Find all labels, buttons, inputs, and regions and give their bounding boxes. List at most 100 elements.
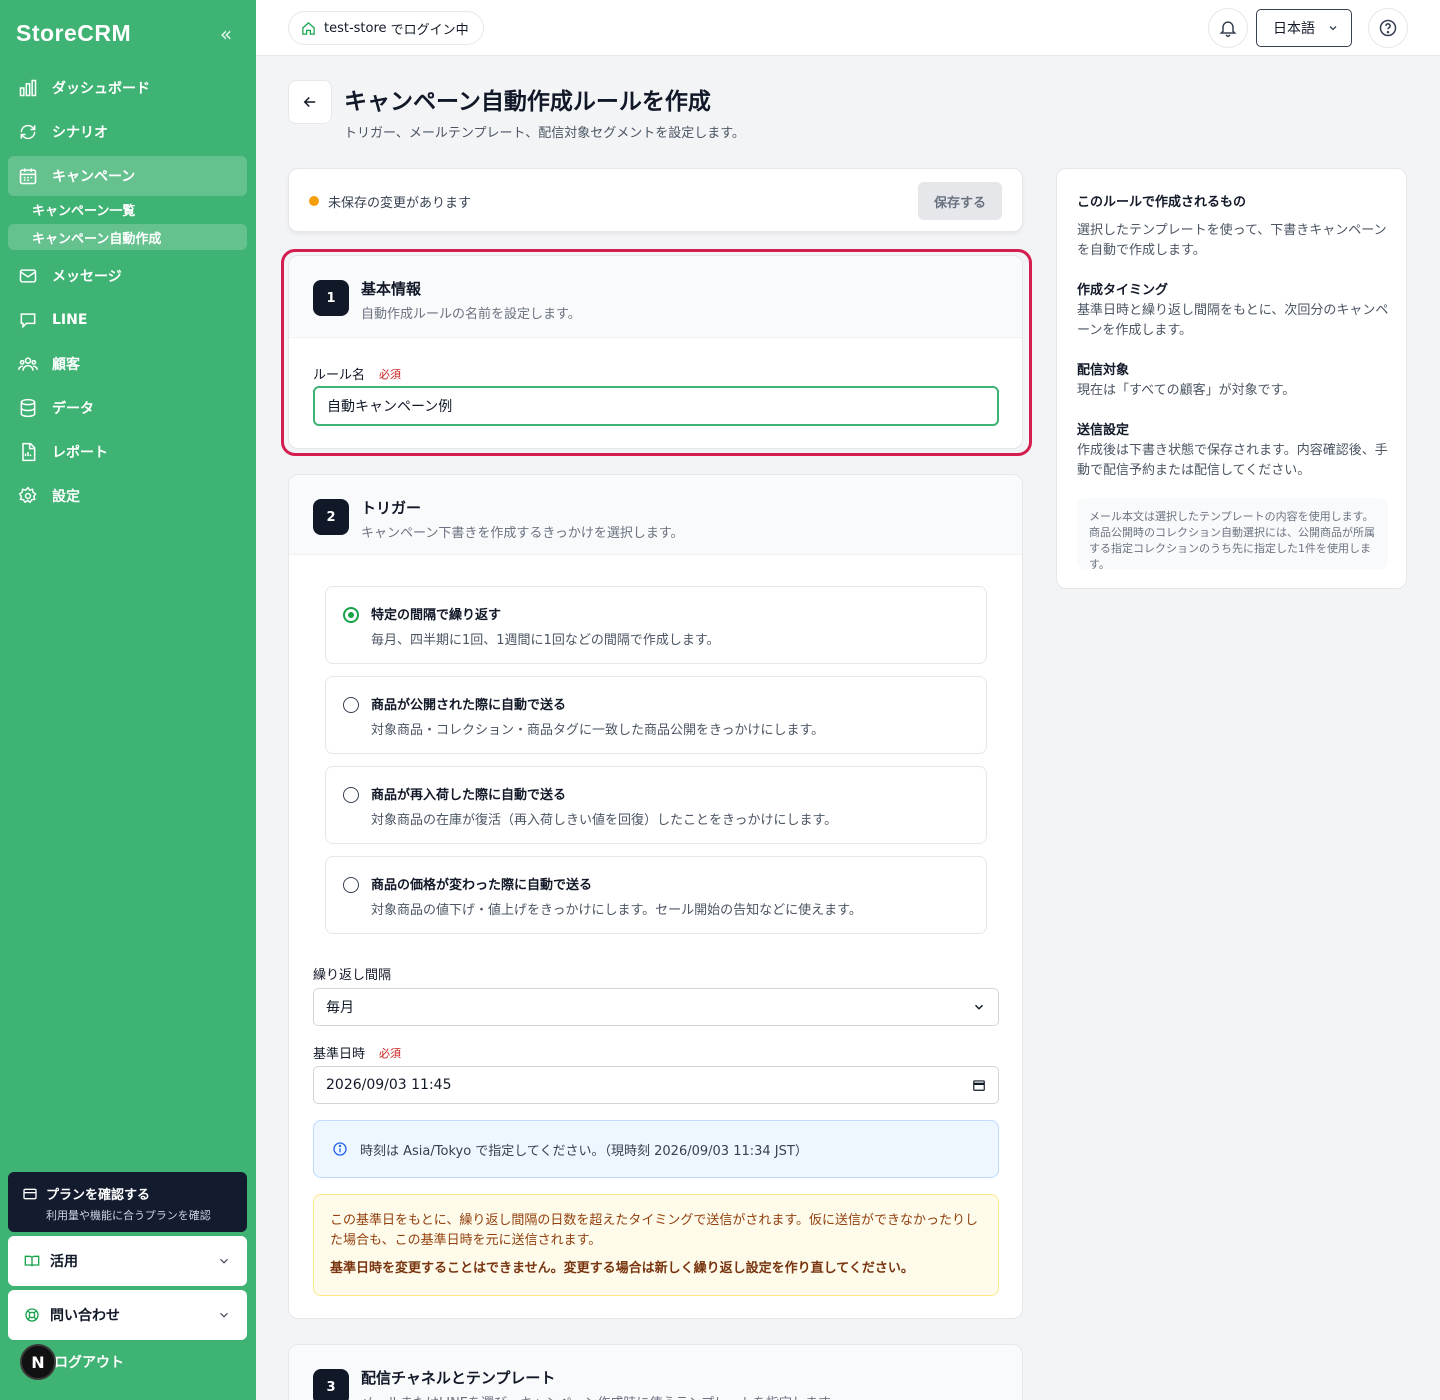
nav-line[interactable]: LINE xyxy=(8,300,247,340)
nav-customers[interactable]: 顧客 xyxy=(8,344,247,384)
chevron-down-icon xyxy=(1329,26,1337,31)
topbar: test-store でログイン中 日本語 xyxy=(256,0,1440,56)
nav-settings-label: 設定 xyxy=(52,489,80,505)
nav-scenario[interactable]: シナリオ xyxy=(8,112,247,152)
nav-campaign-list[interactable]: キャンペーン一覧 xyxy=(8,196,247,222)
store-pill[interactable]: test-store でログイン中 xyxy=(288,11,484,45)
collapse-sidebar-icon[interactable]: « xyxy=(216,22,236,46)
chevron-down-icon xyxy=(220,1312,228,1318)
page-subtitle: トリガー、メールテンプレート、配信対象セグメントを設定します。 xyxy=(344,126,745,141)
rule-summary-card: このルールで作成されるもの 選択したテンプレートを使って、下書きキャンペーンを自… xyxy=(1056,168,1407,589)
option-description: 対象商品の在庫が復活（再入荷しきい値を回復）したことをきっかけにします。 xyxy=(371,813,838,828)
summary-note: メール本文は選択したテンプレートの内容を使用します。商品公開時のコレクション自動… xyxy=(1077,498,1388,571)
required-badge: 必須 xyxy=(379,1046,402,1060)
interval-value: 毎月 xyxy=(326,1000,354,1016)
store-suffix: でログイン中 xyxy=(386,22,469,38)
usage-collapsible[interactable]: 活用 xyxy=(8,1236,247,1286)
timezone-info-text: 時刻は Asia/Tokyo で指定してください。（現時刻 2026/09/03… xyxy=(360,1143,808,1159)
nav-message-label: メッセージ xyxy=(52,269,122,285)
section-number: 2 xyxy=(313,499,349,535)
plan-title: プランを確認する xyxy=(46,1188,151,1203)
option-title: 商品が再入荷した際に自動で送る xyxy=(371,788,567,803)
radio-button[interactable] xyxy=(343,607,359,623)
chevron-down-icon xyxy=(220,1258,228,1264)
brand-logo[interactable]: StoreCRM xyxy=(16,20,131,47)
base-date-warning: この基準日をもとに、繰り返し間隔の日数を超えたタイミングで送信がされます。仮に送… xyxy=(313,1194,999,1296)
section-header: 3 配信チャネルとテンプレート メールまたはLINEを選び、キャンペーン作成時に… xyxy=(289,1345,1022,1400)
interval-select[interactable]: 毎月 xyxy=(313,988,999,1026)
base-date-label-text: 基準日時 xyxy=(313,1047,366,1062)
home-icon xyxy=(302,21,315,35)
calendar-icon xyxy=(19,168,37,185)
radio-button[interactable] xyxy=(343,787,359,803)
radio-button[interactable] xyxy=(343,877,359,893)
base-date-value: 2026/09/03 11:45 xyxy=(326,1077,452,1093)
back-button[interactable] xyxy=(288,80,332,124)
trigger-option-restock[interactable]: 商品が再入荷した際に自動で送る 対象商品の在庫が復活（再入荷しきい値を回復）した… xyxy=(325,766,987,844)
option-title: 商品の価格が変わった際に自動で送る xyxy=(371,878,593,893)
plan-card[interactable]: プランを確認する 利用量や機能に合うプランを確認 xyxy=(8,1172,247,1232)
warning-strong-text: 基準日時を変更することはできません。変更する場合は新しく繰り返し設定を作り直して… xyxy=(330,1261,914,1276)
usage-label: 活用 xyxy=(50,1254,78,1270)
help-circle-icon xyxy=(1379,19,1397,37)
database-icon xyxy=(20,398,36,418)
contact-collapsible[interactable]: 問い合わせ xyxy=(8,1290,247,1340)
option-title: 特定の間隔で繰り返す xyxy=(371,608,502,623)
base-date-input[interactable]: 2026/09/03 11:45 xyxy=(313,1066,999,1104)
users-icon xyxy=(18,357,38,371)
summary-heading: 作成タイミング xyxy=(1077,283,1169,298)
nav-line-label: LINE xyxy=(52,312,88,328)
nav-data-label: データ xyxy=(52,401,94,417)
base-date-label: 基準日時 必須 xyxy=(313,1043,402,1063)
help-button[interactable] xyxy=(1368,8,1408,48)
summary-text: 選択したテンプレートを使って、下書きキャンペーンを自動で作成します。 xyxy=(1077,223,1387,258)
unsaved-bar: 未保存の変更があります 保存する xyxy=(288,168,1023,232)
summary-text: 作成後は下書き状態で保存されます。内容確認後、手動で配信予約または配信してくださ… xyxy=(1077,443,1388,478)
nav-report-label: レポート xyxy=(52,445,108,461)
summary-heading: このルールで作成されるもの xyxy=(1077,195,1247,210)
chat-bubble-icon xyxy=(20,313,36,329)
book-icon xyxy=(24,1255,40,1267)
section-number: 3 xyxy=(313,1369,349,1400)
summary-text: 基準日時と繰り返し間隔をもとに、次回分のキャンペーンを作成します。 xyxy=(1077,303,1389,338)
section-title: 配信チャネルとテンプレート xyxy=(361,1369,556,1387)
option-description: 毎月、四半期に1回、1週間に1回などの間隔で作成します。 xyxy=(371,633,720,648)
contact-label: 問い合わせ xyxy=(50,1308,120,1324)
plan-subtitle: 利用量や機能に合うプランを確認 xyxy=(46,1209,211,1222)
notification-button[interactable] xyxy=(1208,8,1248,48)
nav-report[interactable]: レポート xyxy=(8,432,247,472)
radio-button[interactable] xyxy=(343,697,359,713)
trigger-option-interval[interactable]: 特定の間隔で繰り返す 毎月、四半期に1回、1週間に1回などの間隔で作成します。 xyxy=(325,586,987,664)
bell-icon xyxy=(1219,21,1237,38)
refresh-icon xyxy=(20,124,36,140)
unsaved-status: 未保存の変更があります xyxy=(328,196,472,211)
section-subtitle: キャンペーン下書きを作成するきっかけを選択します。 xyxy=(361,526,684,541)
logout-button[interactable]: N ログアウト xyxy=(20,1344,124,1380)
nav-customers-label: 顧客 xyxy=(52,357,80,373)
nav-settings[interactable]: 設定 xyxy=(8,476,247,516)
page-title: キャンペーン自動作成ルールを作成 xyxy=(344,89,711,115)
nav-scenario-label: シナリオ xyxy=(52,125,108,141)
avatar[interactable]: N xyxy=(20,1344,56,1380)
calendar-icon[interactable] xyxy=(972,1078,986,1092)
nav-dashboard[interactable]: ダッシュボード xyxy=(8,68,247,108)
nav-campaign-label: キャンペーン xyxy=(52,169,136,185)
nav-campaign[interactable]: キャンペーン xyxy=(8,156,247,196)
save-button[interactable]: 保存する xyxy=(918,182,1002,220)
mail-icon xyxy=(19,269,37,283)
nav-message[interactable]: メッセージ xyxy=(8,256,247,296)
option-description: 対象商品・コレクション・商品タグに一致した商品公開をきっかけにします。 xyxy=(371,723,825,738)
logout-label: ログアウト xyxy=(54,1355,124,1371)
language-select[interactable]: 日本語 xyxy=(1256,9,1352,47)
warning-text: この基準日をもとに、繰り返し間隔の日数を超えたタイミングで送信がされます。仮に送… xyxy=(330,1213,979,1248)
nav-data[interactable]: データ xyxy=(8,388,247,428)
trigger-option-price-change[interactable]: 商品の価格が変わった際に自動で送る 対象商品の値下げ・値上げをきっかけにします。… xyxy=(325,856,987,934)
nav-campaign-auto[interactable]: キャンペーン自動作成 xyxy=(8,224,247,250)
section-title: トリガー xyxy=(361,499,422,517)
arrow-left-icon xyxy=(303,96,316,108)
option-description: 対象商品の値下げ・値上げをきっかけにします。セール開始の告知などに使えます。 xyxy=(371,903,862,918)
info-icon xyxy=(333,1142,347,1156)
chevron-down-icon xyxy=(974,1004,984,1010)
trigger-option-publish[interactable]: 商品が公開された際に自動で送る 対象商品・コレクション・商品タグに一致した商品公… xyxy=(325,676,987,754)
section-trigger: 2 トリガー キャンペーン下書きを作成するきっかけを選択します。 特定の間隔で繰… xyxy=(288,474,1023,1319)
